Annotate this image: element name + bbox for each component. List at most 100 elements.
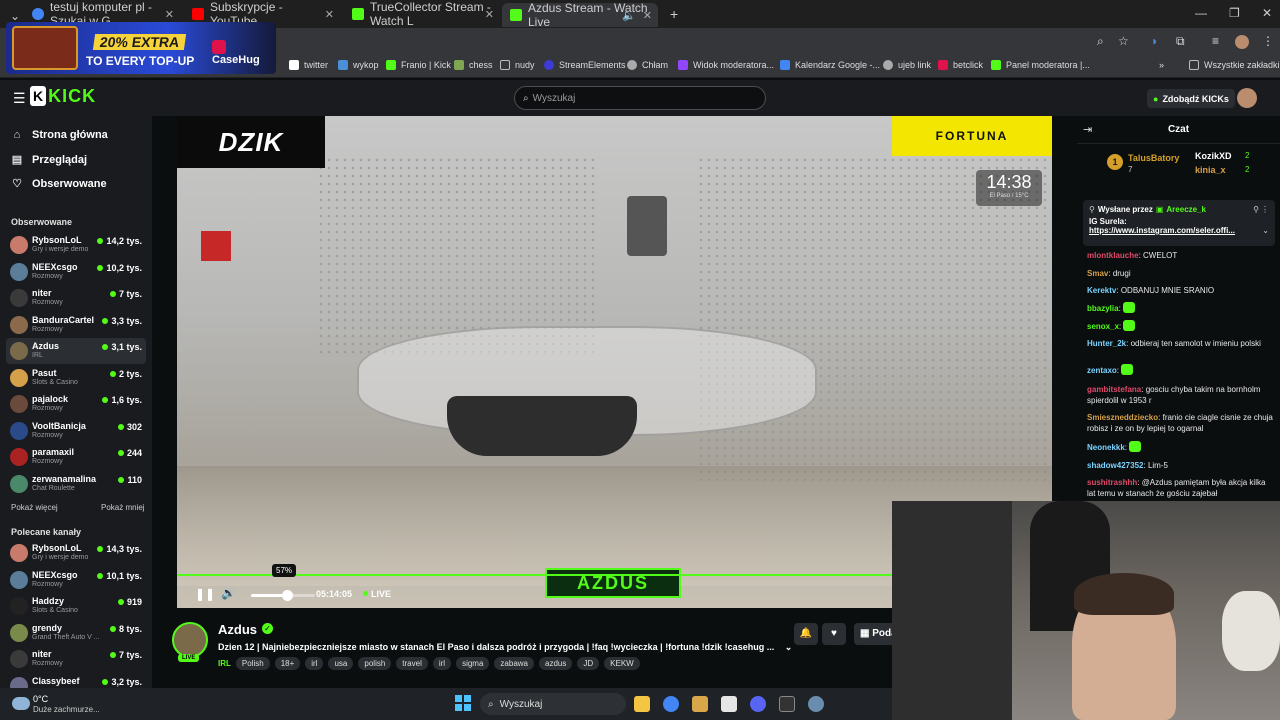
- sidebar-channel-item[interactable]: Classybeef 3,2 tys.: [6, 673, 146, 688]
- maximize-icon[interactable]: ❐: [1229, 6, 1240, 20]
- bookmark-folder-nudy[interactable]: nudy: [500, 60, 535, 70]
- bookmark-streamelements[interactable]: StreamElements: [544, 60, 626, 70]
- casehug-ad-banner[interactable]: 20% EXTRA TO EVERY TOP-UP CaseHug: [6, 22, 276, 74]
- minimize-icon[interactable]: —: [1195, 6, 1207, 20]
- weather-temp[interactable]: 0°C: [33, 694, 48, 704]
- chrome-icon[interactable]: [663, 696, 679, 712]
- top-gifter-name[interactable]: TalusBatory: [1128, 153, 1179, 163]
- sidebar-channel-item[interactable]: RybsonLoL Gry i wersje demo 14,3 tys.: [6, 540, 146, 566]
- chat-username[interactable]: bbazylia: [1087, 304, 1119, 313]
- media-icon[interactable]: ≡: [1212, 34, 1219, 48]
- bookmark-twitter[interactable]: twitter: [289, 60, 328, 70]
- close-icon[interactable]: ✕: [165, 8, 174, 21]
- bookmark-wykop[interactable]: wykop: [338, 60, 379, 70]
- app-icon[interactable]: [692, 696, 708, 712]
- windows-start-icon[interactable]: [455, 695, 471, 711]
- browser-tab-2[interactable]: Subskrypcje - YouTube ✕: [184, 0, 340, 28]
- stream-tag[interactable]: KEKW: [604, 657, 640, 670]
- gifter-name[interactable]: KozikXD: [1195, 151, 1232, 161]
- user-avatar[interactable]: [1237, 88, 1257, 108]
- window-close-icon[interactable]: ✕: [1262, 6, 1272, 20]
- bookmark-chlam[interactable]: Chłam: [627, 60, 668, 70]
- app-icon[interactable]: [721, 696, 737, 712]
- kebab-menu-icon[interactable]: ⋮: [1262, 34, 1274, 48]
- chat-username[interactable]: Neonekkk: [1087, 443, 1125, 452]
- sidebar-channel-item[interactable]: Azdus IRL 3,1 tys.: [6, 338, 146, 364]
- stream-tag[interactable]: irl: [432, 657, 452, 670]
- profile-avatar[interactable]: [1235, 35, 1249, 49]
- streamer-name[interactable]: Azdus: [218, 622, 257, 637]
- pinned-author[interactable]: Areecze_k: [1166, 205, 1206, 214]
- stream-tag[interactable]: usa: [328, 657, 354, 670]
- stream-tag[interactable]: 18+: [274, 657, 301, 670]
- nav-following[interactable]: ♡ Obserwowane: [11, 177, 107, 191]
- bookmark-ujeb-link[interactable]: ujeb link: [883, 60, 931, 70]
- browser-tab-1[interactable]: testuj komputer pl - Szukaj w G ✕: [24, 0, 180, 28]
- kebab-menu-icon[interactable]: ⋮: [1261, 205, 1269, 214]
- chat-username[interactable]: shadow427352: [1087, 461, 1143, 470]
- follow-heart-button[interactable]: ♥: [822, 623, 846, 645]
- unpin-icon[interactable]: ⚲: [1253, 205, 1259, 214]
- chevron-down-icon[interactable]: ⌄: [1262, 226, 1269, 235]
- hamburger-menu-icon[interactable]: ☰: [13, 90, 26, 107]
- chat-username[interactable]: Smav: [1087, 269, 1108, 278]
- sidebar-channel-item[interactable]: zerwanamalina Chat Roulette 110: [6, 471, 146, 497]
- kick-logo[interactable]: K KICK: [30, 83, 96, 109]
- search-input[interactable]: ⌕ Wyszukaj: [514, 86, 766, 110]
- chat-username[interactable]: zentaxo: [1087, 366, 1117, 375]
- stream-tag[interactable]: azdus: [539, 657, 573, 670]
- chat-username[interactable]: sushitrashhh: [1087, 478, 1137, 487]
- nav-home[interactable]: ⌂ Strona główna: [11, 129, 108, 141]
- puzzle-icon[interactable]: ⧉: [1176, 34, 1185, 49]
- terminal-icon[interactable]: [779, 696, 795, 712]
- settings-icon[interactable]: [808, 696, 824, 712]
- show-more-button[interactable]: Pokaż więcej: [11, 503, 58, 512]
- sidebar-channel-item[interactable]: NEEXcsgo Rozmowy 10,2 tys.: [6, 259, 146, 285]
- pinned-link[interactable]: https://www.instagram.com/seler.offi...: [1089, 226, 1269, 235]
- sidebar-channel-item[interactable]: RybsonLoL Gry i wersje demo 14,2 tys.: [6, 232, 146, 258]
- get-kicks-button[interactable]: ● Zdobądź KICKs: [1147, 89, 1235, 108]
- file-explorer-icon[interactable]: [634, 696, 650, 712]
- bookmark-franio[interactable]: Franio | Kick: [386, 60, 451, 70]
- stream-tag[interactable]: JD: [577, 657, 600, 670]
- browser-tab-3[interactable]: TrueCollector Stream - Watch L ✕: [344, 0, 500, 28]
- bookmark-widok-moderatora[interactable]: Widok moderatora...: [678, 60, 774, 70]
- chat-username[interactable]: Kerektv: [1087, 286, 1116, 295]
- sidebar-channel-item[interactable]: NEEXcsgo Rozmowy 10,1 tys.: [6, 567, 146, 593]
- browser-tab-4-active[interactable]: Azdus Stream - Watch Live 🔈 ✕: [502, 1, 658, 29]
- show-less-button[interactable]: Pokaż mniej: [101, 503, 145, 512]
- stream-tag[interactable]: polish: [358, 657, 392, 670]
- star-icon[interactable]: ☆: [1118, 34, 1129, 48]
- sidebar-channel-item[interactable]: grendy Grand Theft Auto V ... 8 tys.: [6, 620, 146, 646]
- chat-username[interactable]: gambitstefana: [1087, 385, 1141, 394]
- zoom-icon[interactable]: ⌕: [1097, 34, 1104, 49]
- close-icon[interactable]: ✕: [485, 8, 494, 21]
- extension-icon[interactable]: ◗: [1151, 34, 1158, 48]
- bookmark-chess[interactable]: chess: [454, 60, 493, 70]
- nav-browse[interactable]: ▤ Przeglądaj: [11, 153, 87, 167]
- sidebar-channel-item[interactable]: paramaxil Rozmowy 244: [6, 444, 146, 470]
- new-tab-button[interactable]: +: [662, 4, 682, 24]
- chat-username[interactable]: Hunter_2k: [1087, 339, 1126, 348]
- stream-tag[interactable]: sigma: [456, 657, 490, 670]
- stream-tag[interactable]: irl: [305, 657, 324, 670]
- chevron-down-icon[interactable]: ⌄: [785, 642, 793, 652]
- stream-category[interactable]: IRL: [218, 657, 231, 670]
- chat-username[interactable]: senox_x: [1087, 322, 1119, 331]
- sidebar-channel-item[interactable]: BanduraCartel Rozmowy 3,3 tys.: [6, 312, 146, 338]
- chat-username[interactable]: mlontklauche: [1087, 251, 1139, 260]
- stream-tag[interactable]: zabawa: [494, 657, 534, 670]
- all-bookmarks[interactable]: Wszystkie zakładki: [1189, 60, 1280, 70]
- stream-tag[interactable]: travel: [396, 657, 428, 670]
- weather-desc[interactable]: Duże zachmurze...: [33, 705, 100, 714]
- sidebar-channel-item[interactable]: niter Rozmowy 7 tys.: [6, 646, 146, 672]
- bookmark-panel-moderatora[interactable]: Panel moderatora |...: [991, 60, 1090, 70]
- sidebar-channel-item[interactable]: VooltBanicja Rozmowy 302: [6, 418, 146, 444]
- gifter-name[interactable]: kinia_x: [1195, 165, 1226, 175]
- taskbar-search[interactable]: ⌕ Wyszukaj: [480, 693, 626, 715]
- discord-icon[interactable]: [750, 696, 766, 712]
- sidebar-channel-item[interactable]: Pasut Slots & Casino 2 tys.: [6, 365, 146, 391]
- bookmarks-overflow[interactable]: »: [1159, 60, 1164, 70]
- streamer-avatar[interactable]: [172, 622, 208, 658]
- stream-tag[interactable]: Polish: [235, 657, 270, 670]
